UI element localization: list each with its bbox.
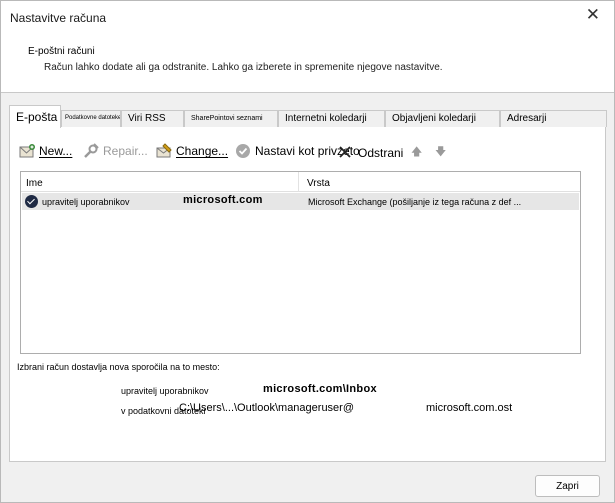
tab-rss-feeds[interactable]: Viri RSS	[121, 110, 184, 127]
column-divider[interactable]	[298, 172, 299, 192]
close-icon[interactable]: ✕	[586, 6, 600, 23]
move-down-icon[interactable]: 🡇	[435, 143, 446, 162]
change-account-icon	[156, 143, 172, 159]
repair-label: Repair...	[103, 144, 148, 158]
tab-internet-calendars[interactable]: Internetni koledarji	[278, 110, 385, 127]
section-description: Račun lahko dodate ali ga odstranite. La…	[44, 62, 443, 73]
default-account-check-icon	[25, 195, 38, 208]
account-settings-dialog: Nastavitve računa ✕ E-poštni računi Raču…	[0, 0, 615, 503]
column-header-name[interactable]: Ime	[26, 178, 43, 189]
account-row[interactable]: upravitelj uporabnikov microsoft.com Mic…	[22, 193, 579, 210]
tab-sharepoint-lists[interactable]: SharePointovi seznami	[184, 110, 278, 127]
tab-data-files[interactable]: Podatkovne datoteke	[61, 110, 121, 127]
tab-email[interactable]: E-pošta	[9, 105, 61, 128]
change-label: Change...	[176, 144, 229, 158]
column-header-type[interactable]: Vrsta	[307, 178, 330, 189]
change-button[interactable]: Change...	[156, 141, 228, 161]
repair-button[interactable]: Repair...	[83, 141, 148, 161]
close-button[interactable]: Zapri	[535, 475, 600, 497]
repair-icon	[83, 143, 99, 159]
account-type: Microsoft Exchange (pošiljanje iz tega r…	[308, 197, 522, 207]
new-account-icon	[19, 143, 35, 159]
accounts-list: Ime Vrsta upravitelj uporabnikov microso…	[20, 171, 581, 354]
move-up-icon[interactable]: 🡅	[411, 143, 422, 162]
remove-label: Odstrani	[358, 146, 404, 160]
delivery-account-name: upravitelj uporabnikov	[121, 386, 209, 396]
section-title: E-poštni računi	[28, 46, 95, 57]
account-name: upravitelj uporabnikov	[42, 197, 130, 207]
account-domain: microsoft.com	[183, 194, 263, 206]
check-circle-icon	[235, 143, 251, 159]
remove-button[interactable]: Odstrani	[338, 143, 403, 163]
new-button[interactable]: New...	[19, 141, 72, 161]
delivery-caption: Izbrani račun dostavlja nova sporočila n…	[17, 362, 220, 372]
toolbar: New... Repair... Change... Nastavi kot p…	[19, 141, 599, 161]
delivery-path: C:\Users\...\Outlook\manageruser@	[179, 402, 355, 414]
window-title: Nastavitve računa	[10, 11, 107, 25]
tab-published-calendars[interactable]: Objavljeni koledarji	[385, 110, 500, 127]
remove-x-icon	[338, 145, 352, 161]
tab-address-books[interactable]: Adresarji	[500, 110, 607, 127]
new-label: New...	[39, 144, 73, 158]
delivery-ost-file: microsoft.com.ost	[426, 402, 513, 414]
tab-bar: E-pošta Podatkovne datoteke Viri RSS Sha…	[9, 105, 607, 128]
dialog-header: Nastavitve računa ✕ E-poštni računi Raču…	[1, 1, 614, 93]
list-header: Ime Vrsta	[21, 172, 580, 192]
delivery-inbox: microsoft.com\Inbox	[263, 383, 377, 395]
